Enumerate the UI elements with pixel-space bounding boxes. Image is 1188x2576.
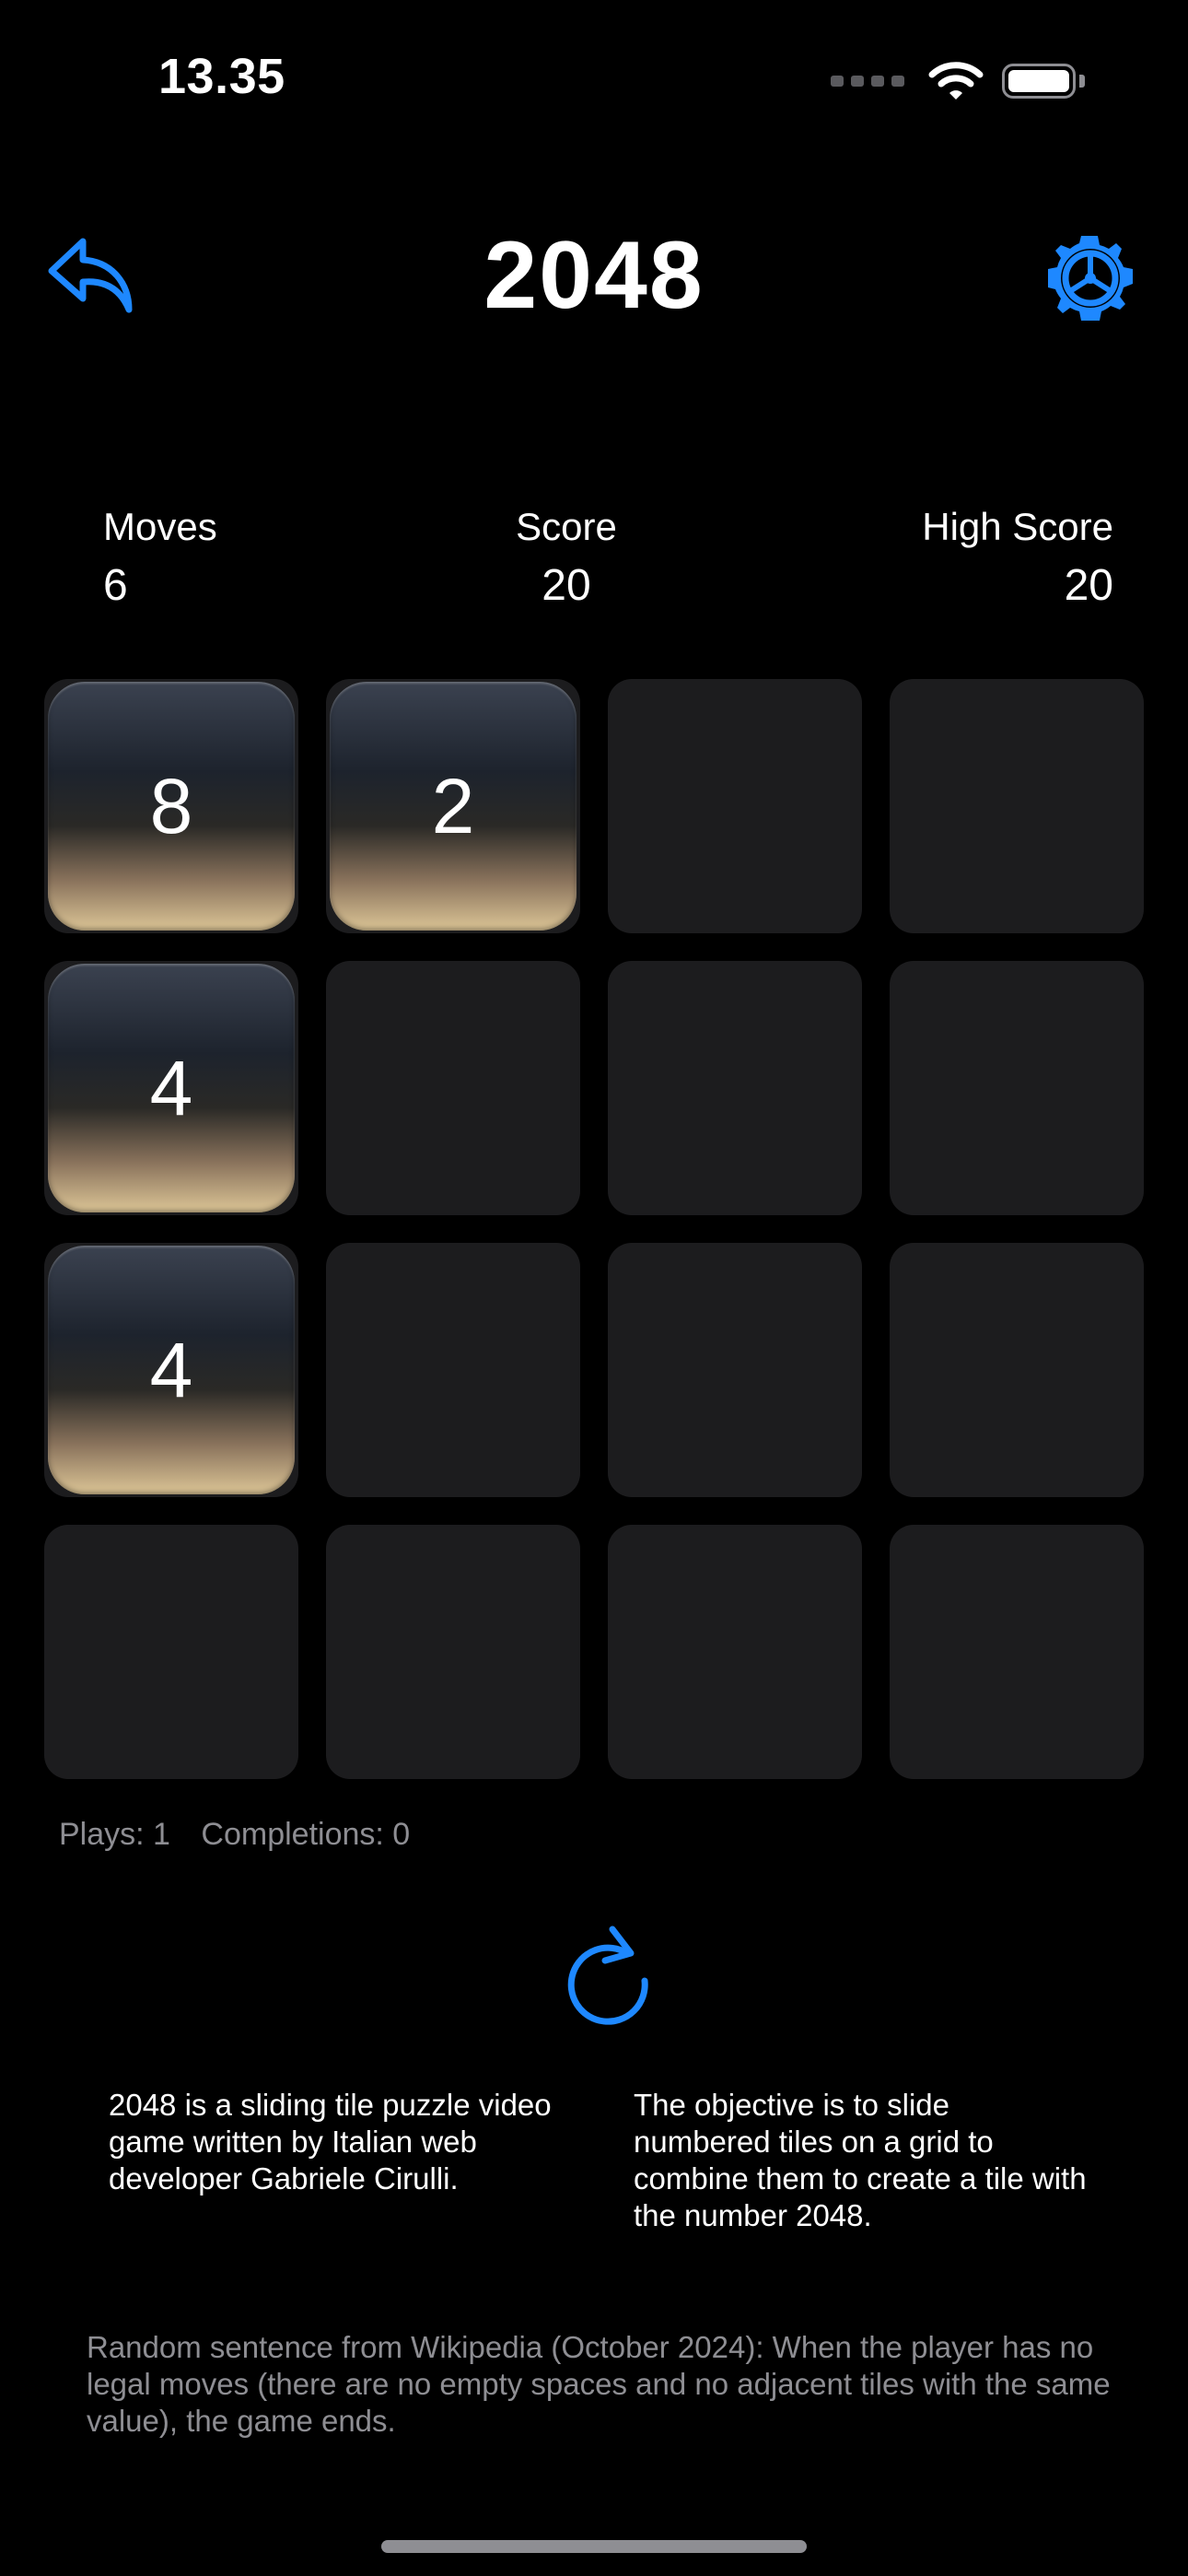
board-cell: 4 — [44, 961, 298, 1215]
status-time: 13.35 — [158, 49, 285, 104]
board-cell — [44, 1525, 298, 1779]
description-right: The objective is to slide numbered tiles… — [634, 2088, 1087, 2232]
board-cell: 2 — [326, 679, 580, 933]
moves-stat: Moves 6 — [103, 498, 217, 615]
moves-label: Moves — [103, 505, 217, 548]
number-tile: 8 — [48, 682, 295, 931]
board-cell — [890, 1525, 1144, 1779]
score-value: 20 — [542, 561, 591, 610]
restart-button[interactable] — [557, 1922, 658, 2029]
score-label: Score — [516, 505, 617, 548]
high-score-stat: High Score 20 — [922, 498, 1113, 615]
number-tile: 4 — [48, 1246, 295, 1494]
board-cell — [608, 1525, 862, 1779]
cellular-signal-icon — [831, 76, 904, 87]
moves-value: 6 — [103, 561, 128, 610]
arrow-clockwise-icon — [567, 1926, 648, 2025]
board-cell — [890, 1243, 1144, 1497]
board-cell: 8 — [44, 679, 298, 933]
battery-icon — [1002, 64, 1085, 99]
completions-count: Completions: 0 — [201, 1817, 411, 1852]
high-score-label: High Score — [922, 505, 1113, 548]
board-cell — [890, 679, 1144, 933]
board-cell — [326, 961, 580, 1215]
gear-icon — [1048, 236, 1133, 321]
board-cell — [326, 1525, 580, 1779]
wikipedia-sentence: Random sentence from Wikipedia (October … — [87, 2330, 1111, 2438]
settings-button[interactable] — [1044, 232, 1136, 324]
play-stats: Plays: 1 Completions: 0 — [59, 1817, 410, 1853]
board-cell — [608, 679, 862, 933]
board-cell: 4 — [44, 1243, 298, 1497]
plays-count: Plays: 1 — [59, 1817, 170, 1852]
page-title: 2048 — [483, 222, 705, 329]
number-tile: 2 — [330, 682, 577, 931]
high-score-value: 20 — [1064, 561, 1113, 610]
wifi-icon — [928, 62, 984, 100]
score-stat: Score 20 — [479, 498, 654, 615]
board-cell — [608, 1243, 862, 1497]
home-indicator[interactable] — [381, 2540, 807, 2553]
board-cell — [890, 961, 1144, 1215]
number-tile: 4 — [48, 964, 295, 1212]
description-left: 2048 is a sliding tile puzzle video game… — [109, 2088, 552, 2195]
status-icons — [831, 53, 1085, 109]
board-cell — [326, 1243, 580, 1497]
board-cell — [608, 961, 862, 1215]
game-board[interactable]: 8244 — [44, 679, 1146, 1783]
